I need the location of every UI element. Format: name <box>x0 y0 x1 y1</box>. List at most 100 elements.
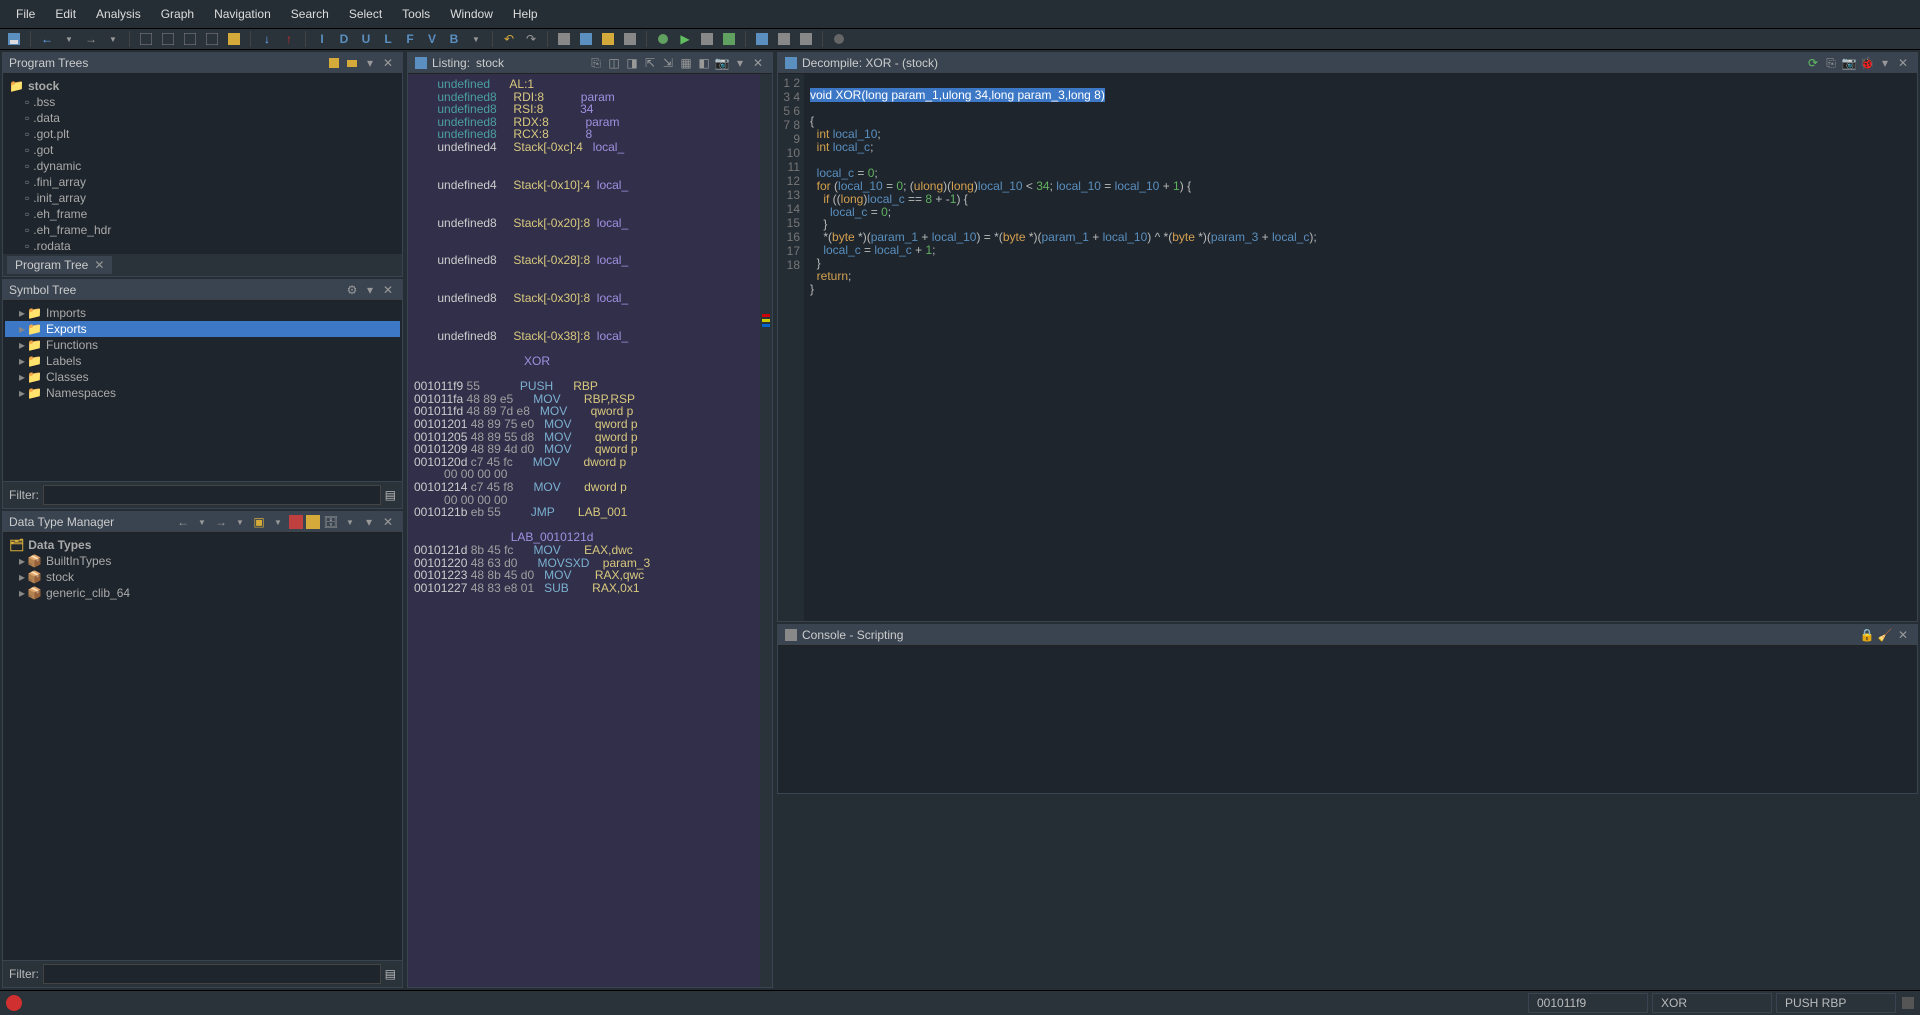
lock-icon[interactable]: 🔒 <box>1859 628 1875 642</box>
dropdown-icon[interactable]: ▼ <box>194 515 210 529</box>
tree-section[interactable]: ▫.rodata <box>5 238 400 254</box>
nav-icon[interactable]: ⇲ <box>660 56 676 70</box>
filter-options-icon[interactable]: ▤ <box>385 967 396 981</box>
menu-tools[interactable]: Tools <box>394 4 438 24</box>
tool-icon[interactable] <box>622 31 638 47</box>
tab-program-tree[interactable]: Program Tree ✕ <box>7 256 112 274</box>
debug-icon[interactable]: 🐞 <box>1859 56 1875 70</box>
fields-icon[interactable]: ▦ <box>678 56 694 70</box>
tool-icon[interactable] <box>699 31 715 47</box>
new-tree-icon[interactable] <box>326 56 342 70</box>
symbol-filter-input[interactable] <box>43 485 381 505</box>
dropdown-icon[interactable]: ▼ <box>342 515 358 529</box>
close-icon[interactable]: ✕ <box>380 283 396 297</box>
symbol-tree-item-classes[interactable]: ▸📁Classes <box>5 369 400 385</box>
letter-d-icon[interactable]: D <box>336 31 352 47</box>
data-type-item[interactable]: ▸📦stock <box>5 569 400 585</box>
nav-icon[interactable] <box>138 31 154 47</box>
tool-icon[interactable] <box>798 31 814 47</box>
menu-icon[interactable]: ▾ <box>362 283 378 297</box>
tool-icon[interactable] <box>721 31 737 47</box>
forward-icon[interactable]: → <box>213 515 229 529</box>
nav-icon[interactable] <box>226 31 242 47</box>
close-icon[interactable]: ✕ <box>750 56 766 70</box>
forward-icon[interactable]: → <box>83 31 99 47</box>
data-type-item[interactable]: ▸📦generic_clib_64 <box>5 585 400 601</box>
dropdown-icon[interactable]: ▼ <box>468 31 484 47</box>
menu-icon[interactable]: ▾ <box>362 56 378 70</box>
overview-ruler[interactable] <box>760 74 772 987</box>
symbol-tree-item-exports[interactable]: ▸📁Exports <box>5 321 400 337</box>
decompile-code[interactable]: void XOR(long param_1,ulong 34,long para… <box>804 74 1917 621</box>
snapshot-icon[interactable]: 📷 <box>1841 56 1857 70</box>
toggle-icon[interactable]: ◫ <box>606 56 622 70</box>
menu-graph[interactable]: Graph <box>153 4 202 24</box>
dropdown-icon[interactable]: ▼ <box>232 515 248 529</box>
letter-b-icon[interactable]: B <box>446 31 462 47</box>
save-icon[interactable] <box>6 31 22 47</box>
filter-icon[interactable]: ▣ <box>251 515 267 529</box>
clear-icon[interactable]: 🧹 <box>1877 628 1893 642</box>
tree-section[interactable]: ▫.fini_array <box>5 174 400 190</box>
menu-file[interactable]: File <box>8 4 43 24</box>
snapshot-icon[interactable]: 📷 <box>714 56 730 70</box>
letter-l-icon[interactable]: L <box>380 31 396 47</box>
tree-section[interactable]: ▫.bss <box>5 94 400 110</box>
open-icon[interactable] <box>344 56 360 70</box>
nav-icon[interactable]: ⇱ <box>642 56 658 70</box>
tool-icon[interactable] <box>655 31 671 47</box>
menu-icon[interactable]: ▾ <box>1877 56 1893 70</box>
close-icon[interactable]: ✕ <box>1895 56 1911 70</box>
close-icon[interactable]: ✕ <box>380 515 396 529</box>
nav-icon[interactable] <box>160 31 176 47</box>
symbol-tree-body[interactable]: ▸📁Imports▸📁Exports▸📁Functions▸📁Labels▸📁C… <box>3 301 402 481</box>
redo-icon[interactable]: ↷ <box>523 31 539 47</box>
letter-v-icon[interactable]: V <box>424 31 440 47</box>
tool-icon[interactable] <box>776 31 792 47</box>
program-tree-body[interactable]: 📁stock ▫.bss▫.data▫.got.plt▫.got▫.dynami… <box>3 74 402 254</box>
diff-icon[interactable]: ◧ <box>696 56 712 70</box>
tree-section[interactable]: ▫.dynamic <box>5 158 400 174</box>
stop-icon[interactable] <box>831 31 847 47</box>
tree-section[interactable]: ▫.eh_frame <box>5 206 400 222</box>
listing-body[interactable]: undefined AL:1 undefined8 RDI:8 param un… <box>408 74 760 987</box>
archive-icon[interactable]: 🗄 <box>323 515 339 529</box>
tree-root[interactable]: 📁stock <box>5 78 400 94</box>
data-type-item[interactable]: ▸📦BuiltInTypes <box>5 553 400 569</box>
tree-section[interactable]: ▫.eh_frame_hdr <box>5 222 400 238</box>
menu-icon[interactable]: ▾ <box>732 56 748 70</box>
close-tab-icon[interactable]: ✕ <box>94 258 104 272</box>
dt-root[interactable]: 🗂Data Types <box>5 537 400 553</box>
console-body[interactable] <box>778 646 1917 793</box>
down-arrow-icon[interactable]: ↓ <box>259 31 275 47</box>
decompile-body[interactable]: 1 2 3 4 5 6 7 8 9 10 11 12 13 14 15 16 1… <box>778 74 1917 621</box>
menu-search[interactable]: Search <box>283 4 337 24</box>
menu-analysis[interactable]: Analysis <box>88 4 149 24</box>
dropdown-icon[interactable]: ▼ <box>61 31 77 47</box>
letter-u-icon[interactable]: U <box>358 31 374 47</box>
filter-options-icon[interactable]: ▤ <box>385 488 396 502</box>
back-icon[interactable]: ← <box>175 515 191 529</box>
menu-edit[interactable]: Edit <box>47 4 84 24</box>
letter-i-icon[interactable]: I <box>314 31 330 47</box>
dtm-filter-input[interactable] <box>43 964 381 984</box>
symbol-tree-item-labels[interactable]: ▸📁Labels <box>5 353 400 369</box>
copy-icon[interactable]: ⎘ <box>588 56 604 70</box>
back-icon[interactable]: ← <box>39 31 55 47</box>
refresh-icon[interactable]: ⟳ <box>1805 56 1821 70</box>
toggle-icon[interactable]: ◨ <box>624 56 640 70</box>
highlight-icon[interactable] <box>289 515 303 529</box>
export-icon[interactable]: ⎘ <box>1823 56 1839 70</box>
close-icon[interactable]: ✕ <box>380 56 396 70</box>
nav-icon[interactable] <box>204 31 220 47</box>
tree-section[interactable]: ▫.got.plt <box>5 126 400 142</box>
tree-section[interactable]: ▫.data <box>5 110 400 126</box>
tool-icon[interactable] <box>600 31 616 47</box>
dropdown-icon[interactable]: ▼ <box>270 515 286 529</box>
nav-icon[interactable] <box>182 31 198 47</box>
tool-icon[interactable] <box>578 31 594 47</box>
menu-navigation[interactable]: Navigation <box>206 4 279 24</box>
letter-f-icon[interactable]: F <box>402 31 418 47</box>
tree-section[interactable]: ▫.init_array <box>5 190 400 206</box>
up-arrow-icon[interactable]: ↑ <box>281 31 297 47</box>
